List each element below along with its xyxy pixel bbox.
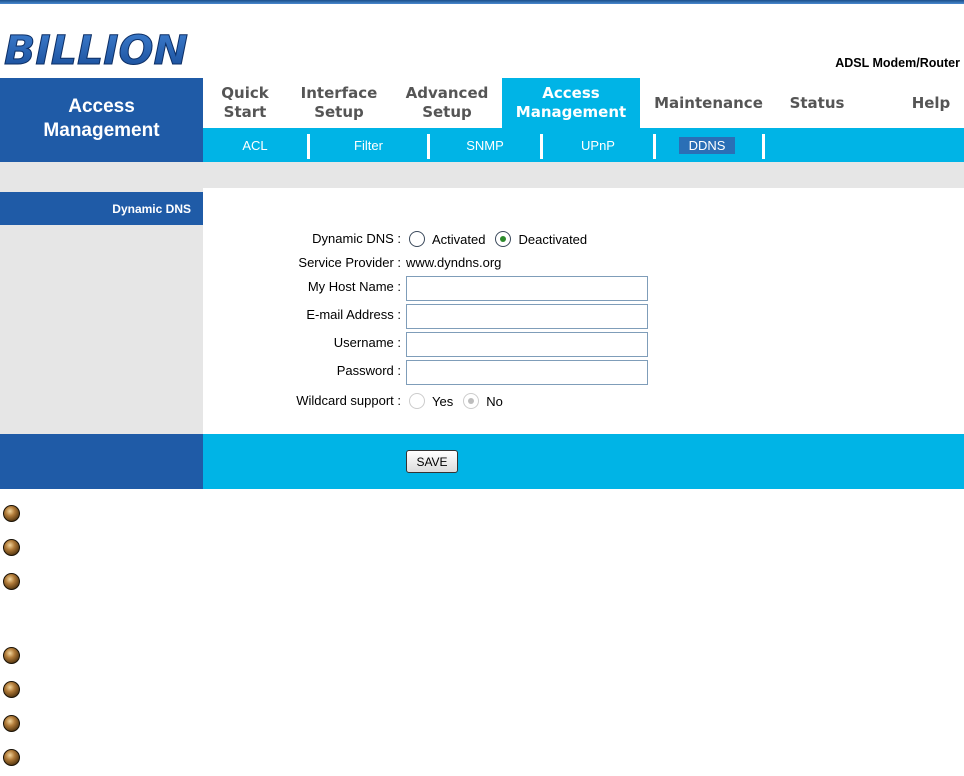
username-row: Username : xyxy=(203,332,703,357)
deactivated-radio[interactable] xyxy=(495,231,512,247)
page-title: Access Management xyxy=(0,78,203,162)
submenu-ddns[interactable]: DDNS xyxy=(679,137,735,154)
password-input[interactable] xyxy=(406,360,648,385)
sub-menu: ACL Filter SNMP UPnP DDNS xyxy=(203,128,964,162)
host-name-input[interactable] xyxy=(406,276,648,301)
deactivated-label: Deactivated xyxy=(518,231,588,247)
menu-help[interactable]: Help xyxy=(903,78,959,128)
wildcard-no-radio[interactable] xyxy=(463,393,480,409)
submenu-filter[interactable]: Filter xyxy=(310,132,427,158)
activated-label: Activated xyxy=(432,231,486,247)
dynamic-dns-radio-group: Activated Deactivated xyxy=(409,228,597,250)
menu-maintenance[interactable]: Maintenance xyxy=(651,78,766,128)
menu-interface-setup[interactable]: Interface Setup xyxy=(293,78,385,128)
section-title: Dynamic DNS xyxy=(0,192,203,225)
svg-text:BILLION: BILLION xyxy=(4,28,188,70)
service-provider-row: Service Provider : www.dyndns.org xyxy=(203,252,703,274)
service-provider-label: Service Provider : xyxy=(298,255,401,270)
bullet-icon xyxy=(3,539,20,556)
menu-quick-start[interactable]: Quick Start xyxy=(211,78,279,128)
bullet-icon xyxy=(3,715,20,732)
email-row: E-mail Address : xyxy=(203,304,703,329)
host-name-label: My Host Name : xyxy=(307,279,401,294)
service-provider-value: www.dyndns.org xyxy=(406,255,502,270)
bullet-icon xyxy=(3,505,20,522)
product-name: ADSL Modem/Router xyxy=(835,56,960,70)
wildcard-yes-radio[interactable] xyxy=(409,393,425,409)
bullet-icon xyxy=(3,647,20,664)
email-label: E-mail Address : xyxy=(306,307,401,322)
email-input[interactable] xyxy=(406,304,648,329)
bullet-list xyxy=(0,496,30,776)
submenu-separator xyxy=(762,134,765,159)
top-border xyxy=(0,0,964,4)
menu-status[interactable]: Status xyxy=(783,78,851,128)
submenu-upnp[interactable]: UPnP xyxy=(543,132,653,158)
page-title-line2: Management xyxy=(43,120,160,141)
username-label: Username : xyxy=(333,335,401,350)
username-input[interactable] xyxy=(406,332,648,357)
dynamic-dns-label: Dynamic DNS : xyxy=(312,231,401,246)
footer-left xyxy=(0,434,203,489)
wildcard-yes-label: Yes xyxy=(432,393,454,409)
host-name-row: My Host Name : xyxy=(203,276,703,301)
bullet-icon xyxy=(3,681,20,698)
submenu-snmp[interactable]: SNMP xyxy=(430,132,540,158)
billion-logo: BILLION xyxy=(4,28,189,70)
footer-bar xyxy=(203,434,964,489)
bullet-icon xyxy=(3,749,20,766)
main-menu: Quick Start Interface Setup Advanced Set… xyxy=(203,78,964,128)
dynamic-dns-row: Dynamic DNS : Activated Deactivated xyxy=(203,228,703,250)
submenu-acl[interactable]: ACL xyxy=(203,132,307,158)
wildcard-row: Wildcard support : Yes No xyxy=(203,390,703,412)
activated-radio[interactable] xyxy=(409,231,425,247)
header-divider xyxy=(0,162,964,188)
password-row: Password : xyxy=(203,360,703,385)
save-button[interactable]: SAVE xyxy=(406,450,458,473)
menu-access-management[interactable]: Access Management xyxy=(502,78,640,128)
password-label: Password : xyxy=(336,363,401,378)
wildcard-radio-group: Yes No xyxy=(409,390,513,412)
bullet-icon xyxy=(3,573,20,590)
submenu-separator xyxy=(653,134,656,159)
menu-advanced-setup[interactable]: Advanced Setup xyxy=(399,78,495,128)
page-title-line1: Access xyxy=(68,96,135,117)
wildcard-no-label: No xyxy=(486,393,503,409)
wildcard-label: Wildcard support : xyxy=(296,393,401,408)
